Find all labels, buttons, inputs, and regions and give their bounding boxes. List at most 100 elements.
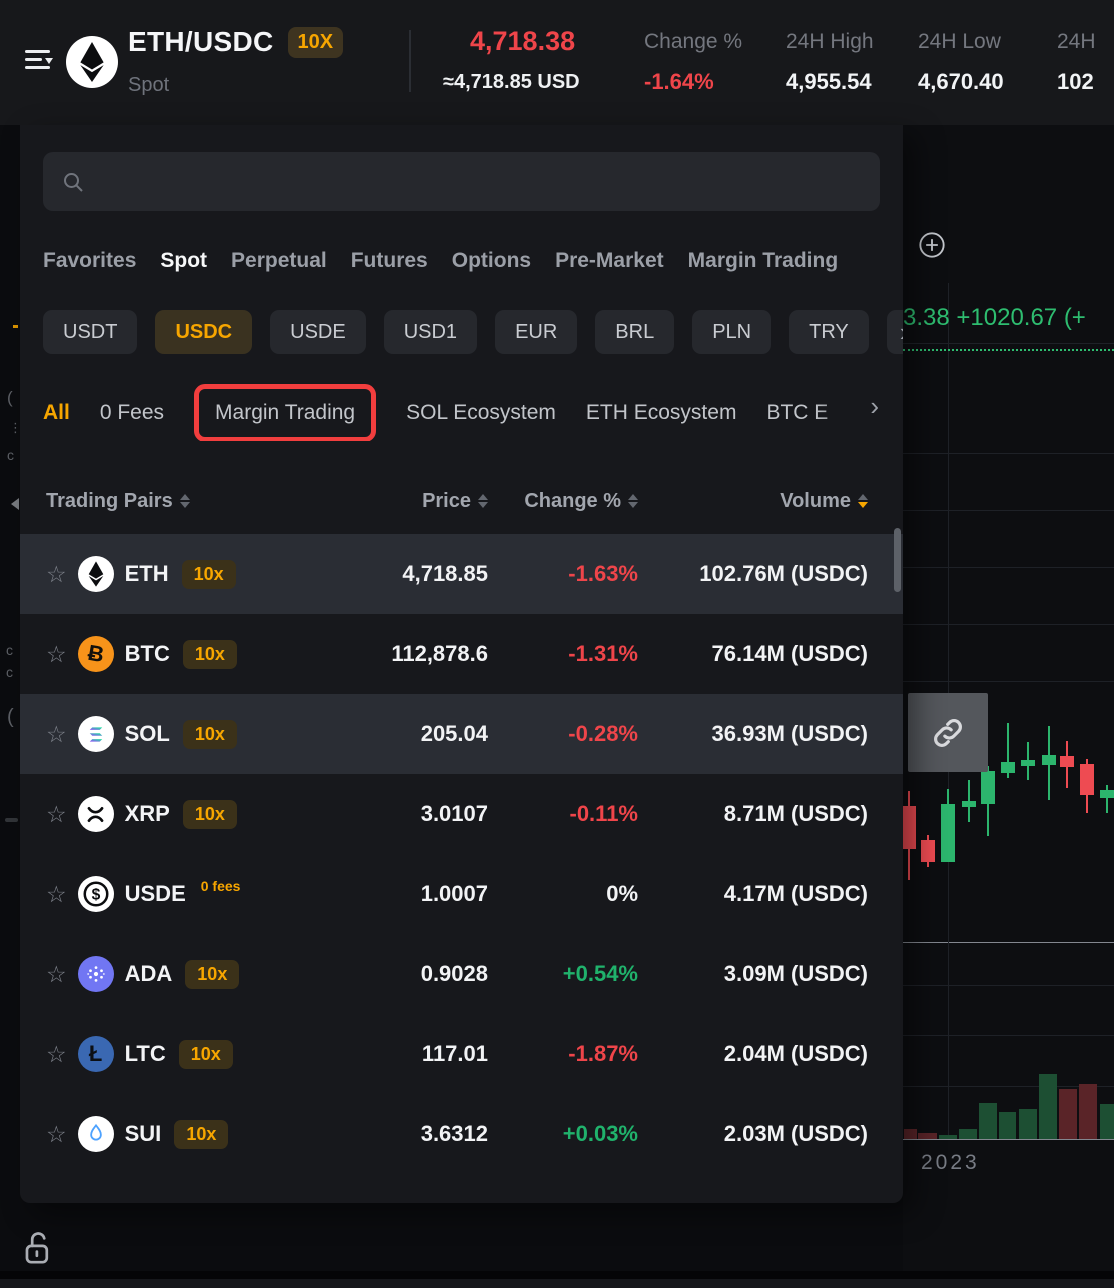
category-sol-ecosystem[interactable]: SOL Ecosystem — [406, 401, 556, 425]
table-row-eth[interactable]: ☆ETH10x4,718.85-1.63%102.76M (USDC) — [20, 534, 903, 614]
leverage-badge: 10x — [182, 560, 236, 589]
table-row-usde[interactable]: ☆$USDE0 fees1.00070%4.17M (USDC) — [20, 854, 903, 934]
quote-chip-brl[interactable]: BRL — [595, 310, 674, 354]
pair-symbol: SUI — [125, 1121, 162, 1147]
pair-cell: ☆ XRP 10x — [46, 796, 338, 832]
market-tabs: Favorites Spot Perpetual Futures Options Pre-… — [43, 249, 903, 273]
approx-usd-price: ≈4,718.85 USD — [443, 71, 580, 94]
tab-margin-trading[interactable]: Margin Trading — [688, 249, 839, 273]
volume-cell: 2.04M (USDC) — [638, 1041, 868, 1067]
tab-pre-market[interactable]: Pre-Market — [555, 249, 664, 273]
table-row-sol[interactable]: ☆SOL10x205.04-0.28%36.93M (USDC) — [20, 694, 903, 774]
column-header-change[interactable]: Change % — [488, 490, 638, 513]
sort-icon — [478, 494, 488, 509]
category-more-chevron-icon[interactable]: › — [870, 391, 879, 422]
category-0-fees[interactable]: 0 Fees — [100, 401, 164, 425]
gridline — [903, 985, 1114, 986]
pair-symbol: SOL — [125, 721, 170, 747]
candle-body — [921, 840, 935, 862]
category-all[interactable]: All — [43, 401, 70, 425]
table-row-btc[interactable]: ☆ɃBTC10x112,878.6-1.31%76.14M (USDC) — [20, 614, 903, 694]
change-cell: 0% — [488, 881, 638, 907]
pair-symbol: XRP — [125, 801, 170, 827]
tab-futures[interactable]: Futures — [351, 249, 428, 273]
quote-chip-usd1[interactable]: USD1 — [384, 310, 477, 354]
bottom-divider — [0, 1271, 1114, 1279]
table-row-ltc[interactable]: ☆ŁLTC10x117.01-1.87%2.04M (USDC) — [20, 1014, 903, 1094]
favorite-star-icon[interactable]: ☆ — [46, 563, 67, 586]
header-divider — [409, 30, 411, 92]
favorite-star-icon[interactable]: ☆ — [46, 1123, 67, 1146]
volume-bar — [1039, 1074, 1057, 1139]
candle-body — [941, 804, 955, 862]
quote-chip-try[interactable]: TRY — [789, 310, 869, 354]
zero-fees-note: 0 fees — [201, 878, 241, 894]
btc-coin-icon: Ƀ — [78, 636, 114, 672]
pair-title[interactable]: ETH/USDC — [128, 26, 274, 58]
column-header-price[interactable]: Price — [338, 490, 488, 513]
pair-cell: ☆ŁLTC10x — [46, 1036, 338, 1072]
xrp-coin-icon — [78, 796, 114, 832]
table-header: Trading PairsPriceChange %Volume — [20, 470, 903, 532]
top-header: ETH/USDC 10X Spot 4,718.38 ≈4,718.85 USD… — [0, 0, 1114, 125]
stat-label: 24H High — [786, 30, 874, 54]
category-margin-trading[interactable]: Margin Trading — [215, 401, 355, 425]
pair-symbol: LTC — [125, 1041, 166, 1067]
search-box[interactable] — [43, 152, 880, 211]
table-row-sui[interactable]: ☆SUI10x3.6312+0.03%2.03M (USDC) — [20, 1094, 903, 1174]
leverage-badge: 10x — [174, 1120, 228, 1149]
stat-value: 4,955.54 — [786, 69, 872, 95]
menu-hamburger-icon[interactable] — [25, 50, 51, 72]
sui-coin-icon — [78, 1116, 114, 1152]
leverage-badge: 10x — [183, 800, 237, 829]
chart-dotted-price-line — [903, 349, 1114, 351]
gridline — [903, 1035, 1114, 1036]
favorite-star-icon[interactable]: ☆ — [46, 803, 67, 826]
tab-options[interactable]: Options — [452, 249, 531, 273]
pair-symbol: BTC — [125, 641, 170, 667]
gridline — [903, 510, 1114, 511]
column-header-trading-pairs[interactable]: Trading Pairs — [46, 490, 338, 513]
edge-fragment: ( — [7, 388, 13, 408]
favorite-star-icon[interactable]: ☆ — [46, 1043, 67, 1066]
gridline — [903, 624, 1114, 625]
quote-chip-usdc[interactable]: USDC — [155, 310, 252, 354]
quote-more-chip[interactable]: › — [887, 310, 903, 354]
table-row-xrp[interactable]: ☆XRP10x3.0107-0.11%8.71M (USDC) — [20, 774, 903, 854]
table-row-ada[interactable]: ☆ADA10x0.9028+0.54%3.09M (USDC) — [20, 934, 903, 1014]
volume-bar — [918, 1133, 937, 1139]
tab-perpetual[interactable]: Perpetual — [231, 249, 327, 273]
unlock-icon[interactable] — [22, 1228, 56, 1268]
candle-body — [902, 806, 916, 849]
edge-fragment: c — [7, 447, 14, 463]
chart-change-readout: 3.38 +1020.67 (+ — [903, 304, 1114, 332]
quote-chip-usde[interactable]: USDE — [270, 310, 366, 354]
pair-cell: ☆ɃBTC10x — [46, 636, 338, 672]
link-button[interactable] — [908, 693, 988, 772]
panel-scrollbar-thumb[interactable] — [894, 528, 901, 592]
favorite-star-icon[interactable]: ☆ — [46, 963, 67, 986]
sol-coin-icon — [78, 716, 114, 752]
tab-spot[interactable]: Spot — [160, 249, 207, 273]
change-cell: -0.28% — [488, 721, 638, 747]
tab-favorites[interactable]: Favorites — [43, 249, 136, 273]
plus-circle-icon[interactable] — [918, 231, 946, 259]
candle-body — [1100, 790, 1114, 798]
volume-cell: 102.76M (USDC) — [638, 561, 868, 587]
column-header-volume[interactable]: Volume — [638, 490, 868, 513]
favorite-star-icon[interactable]: ☆ — [46, 723, 67, 746]
pair-symbol: ETH — [125, 561, 169, 587]
quote-chip-usdt[interactable]: USDT — [43, 310, 137, 354]
bottom-bar — [0, 1279, 1114, 1288]
search-input[interactable] — [97, 169, 862, 194]
category-eth-ecosystem[interactable]: ETH Ecosystem — [586, 401, 737, 425]
volume-bar — [1079, 1084, 1097, 1139]
favorite-star-icon[interactable]: ☆ — [46, 643, 67, 666]
gridline — [903, 567, 1114, 568]
quote-chip-pln[interactable]: PLN — [692, 310, 771, 354]
change-cell: +0.03% — [488, 1121, 638, 1147]
annotation-red-box: Margin Trading — [194, 384, 376, 441]
favorite-star-icon[interactable]: ☆ — [46, 883, 67, 906]
quote-chip-eur[interactable]: EUR — [495, 310, 577, 354]
category-btc-e[interactable]: BTC E — [766, 401, 828, 425]
